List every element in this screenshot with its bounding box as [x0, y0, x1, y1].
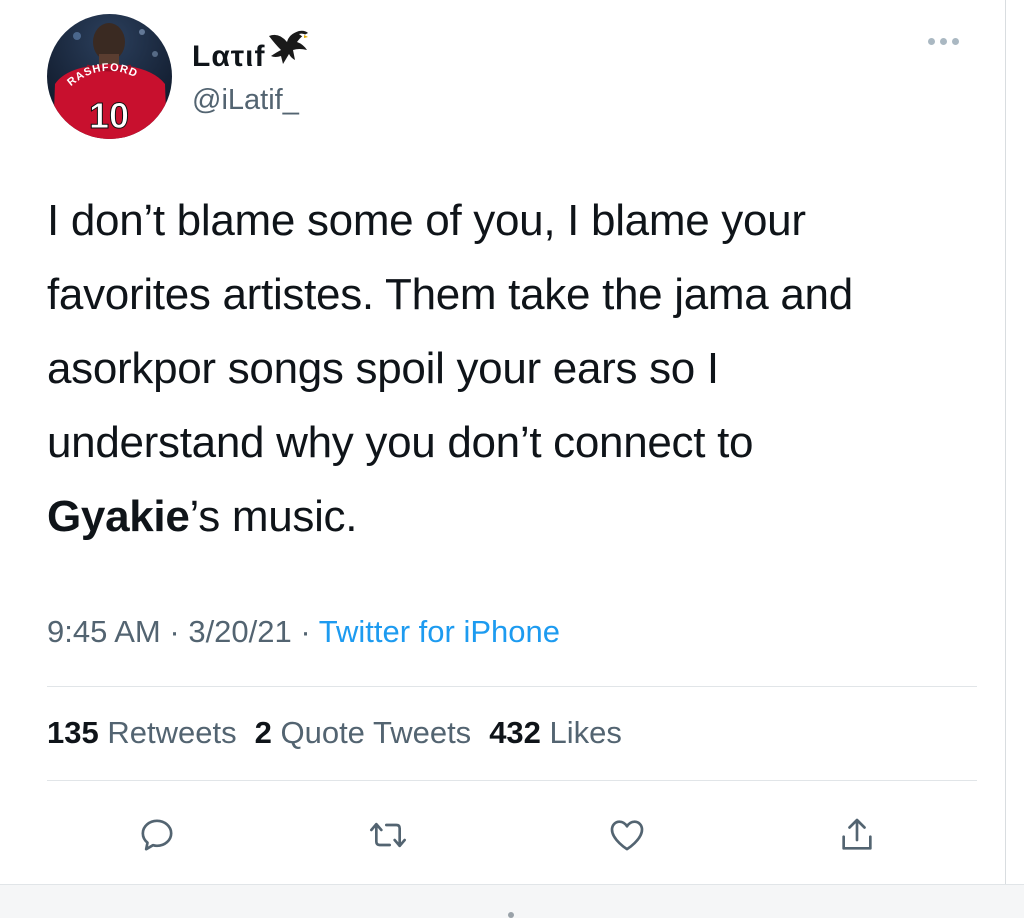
quotes-count: 2	[254, 715, 272, 750]
reply-button[interactable]	[134, 812, 180, 858]
like-button[interactable]	[604, 812, 650, 858]
retweet-button[interactable]	[365, 812, 411, 858]
tweet-text: I don’t blame some of you, I blame your …	[47, 184, 987, 554]
quote-tweets-stat[interactable]: 2 Quote Tweets	[255, 715, 472, 751]
tweet-text-line: Gyakie’s music.	[47, 480, 987, 554]
eagle-icon	[267, 30, 309, 73]
tweet-source-link[interactable]: Twitter for iPhone	[319, 614, 560, 649]
retweets-count: 135	[47, 715, 99, 750]
share-icon	[842, 818, 872, 850]
tweet-date[interactable]: 3/20/21	[188, 614, 291, 649]
meta-separator: ·	[300, 614, 311, 649]
retweets-stat[interactable]: 135 Retweets	[47, 715, 237, 751]
tweet-text-line: I don’t blame some of you, I blame your	[47, 196, 806, 245]
author-name-row[interactable]: Lατιf	[192, 30, 309, 75]
tweet-text-line: favorites artistes. Them take the jama a…	[47, 270, 853, 319]
tweet-time[interactable]: 9:45 AM	[47, 614, 161, 649]
retweets-label: Retweets	[107, 715, 237, 750]
reply-icon	[141, 819, 173, 851]
quotes-label: Quote Tweets	[280, 715, 472, 750]
meta-separator: ·	[169, 614, 180, 649]
likes-count: 432	[489, 715, 541, 750]
retweet-icon	[370, 822, 406, 848]
tweet-text-tail: ’s music.	[189, 492, 358, 541]
share-button[interactable]	[834, 812, 880, 858]
tweet-text-line: understand why you don’t connect to	[47, 418, 754, 467]
tweet-page: RASHFORD 10 Lατιf @iLatif_ I don’t blame…	[0, 0, 1024, 918]
more-dot	[940, 38, 947, 45]
likes-stat[interactable]: 432 Likes	[489, 715, 622, 751]
more-options-icon[interactable]	[928, 38, 959, 45]
home-indicator	[508, 912, 514, 918]
more-dot	[952, 38, 959, 45]
jersey-number: 10	[89, 95, 129, 136]
author-handle[interactable]: @iLatif_	[192, 84, 299, 117]
avatar[interactable]: RASHFORD 10	[47, 14, 172, 139]
right-border	[1005, 0, 1006, 890]
likes-label: Likes	[549, 715, 622, 750]
tweet-stats: 135 Retweets 2 Quote Tweets 432 Likes	[47, 715, 622, 751]
tweet-meta: 9:45 AM · 3/20/21 · Twitter for iPhone	[47, 614, 560, 650]
display-name[interactable]: Lατιf	[192, 39, 265, 75]
divider	[47, 780, 977, 781]
avatar-image: RASHFORD 10	[47, 14, 172, 139]
tweet-text-line: asorkpor songs spoil your ears so I	[47, 344, 719, 393]
like-icon	[610, 820, 644, 851]
bold-mention: Gyakie	[47, 492, 190, 541]
more-dot	[928, 38, 935, 45]
divider	[47, 686, 977, 687]
